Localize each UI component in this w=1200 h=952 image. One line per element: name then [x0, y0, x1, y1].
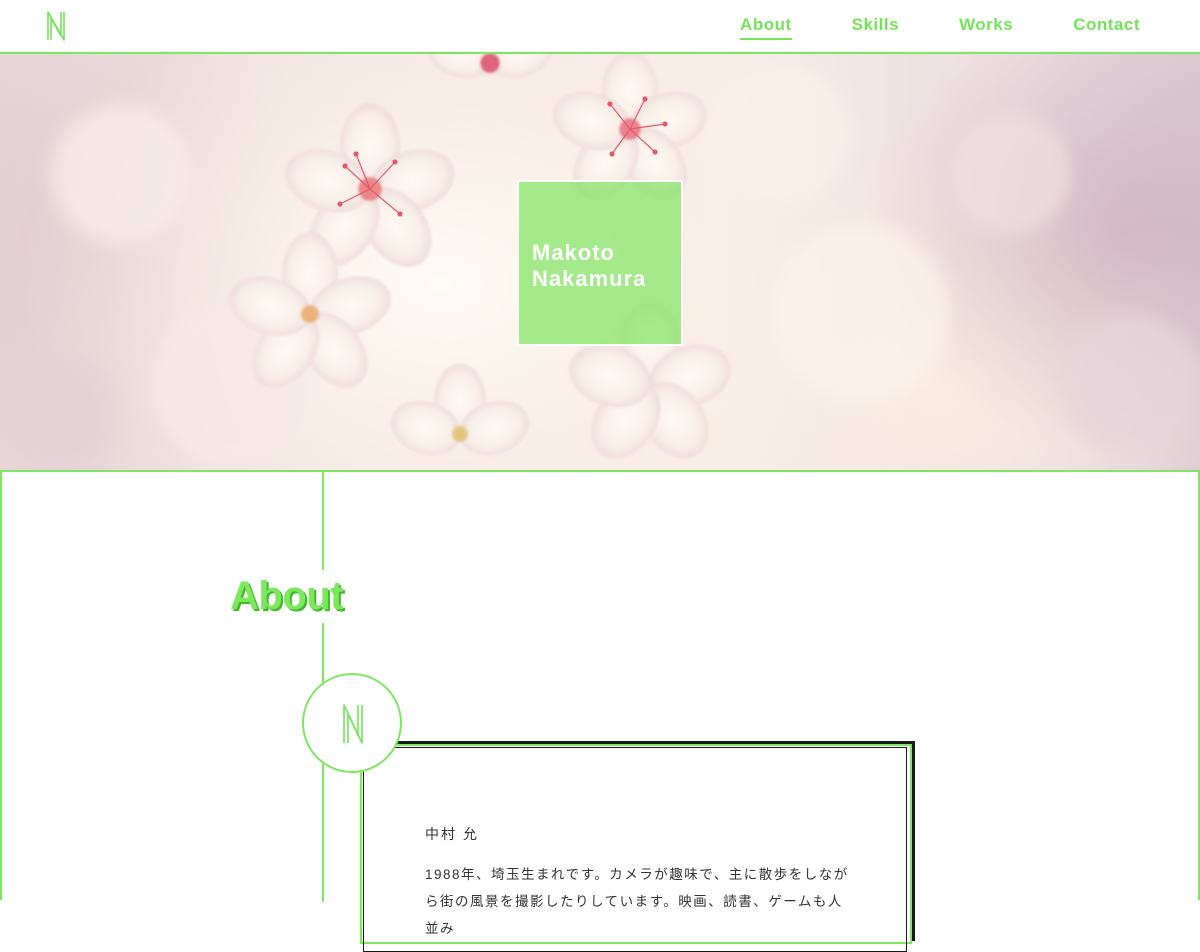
hero-name-last: Nakamura	[532, 266, 647, 291]
avatar	[302, 673, 402, 773]
main-nav: About Skills Works Contact	[740, 0, 1140, 54]
profile-bio: 1988年、埼玉生まれです。カメラが趣味で、主に散歩をしながら街の風景を撮影した…	[425, 867, 849, 936]
about-section: About 中村 允 1988年、埼玉生まれです。カメラが趣味で、主に散歩をしな…	[0, 470, 1200, 952]
logo-icon[interactable]	[44, 8, 68, 44]
nav-works[interactable]: Works	[959, 15, 1013, 40]
nav-contact[interactable]: Contact	[1073, 15, 1140, 40]
hero-name-card: Makoto Nakamura	[517, 180, 683, 346]
site-header: About Skills Works Contact	[0, 0, 1200, 54]
about-heading: About	[224, 570, 350, 623]
profile-name: 中村 允	[425, 826, 479, 842]
hero-banner: Makoto Nakamura	[0, 54, 1200, 470]
mn-monogram-icon	[343, 704, 363, 744]
nav-skills[interactable]: Skills	[852, 15, 899, 40]
nav-about[interactable]: About	[740, 15, 792, 40]
profile-card: 中村 允 1988年、埼玉生まれです。カメラが趣味で、主に散歩をしながら街の風景…	[360, 744, 912, 952]
hero-name-first: Makoto	[532, 240, 615, 265]
